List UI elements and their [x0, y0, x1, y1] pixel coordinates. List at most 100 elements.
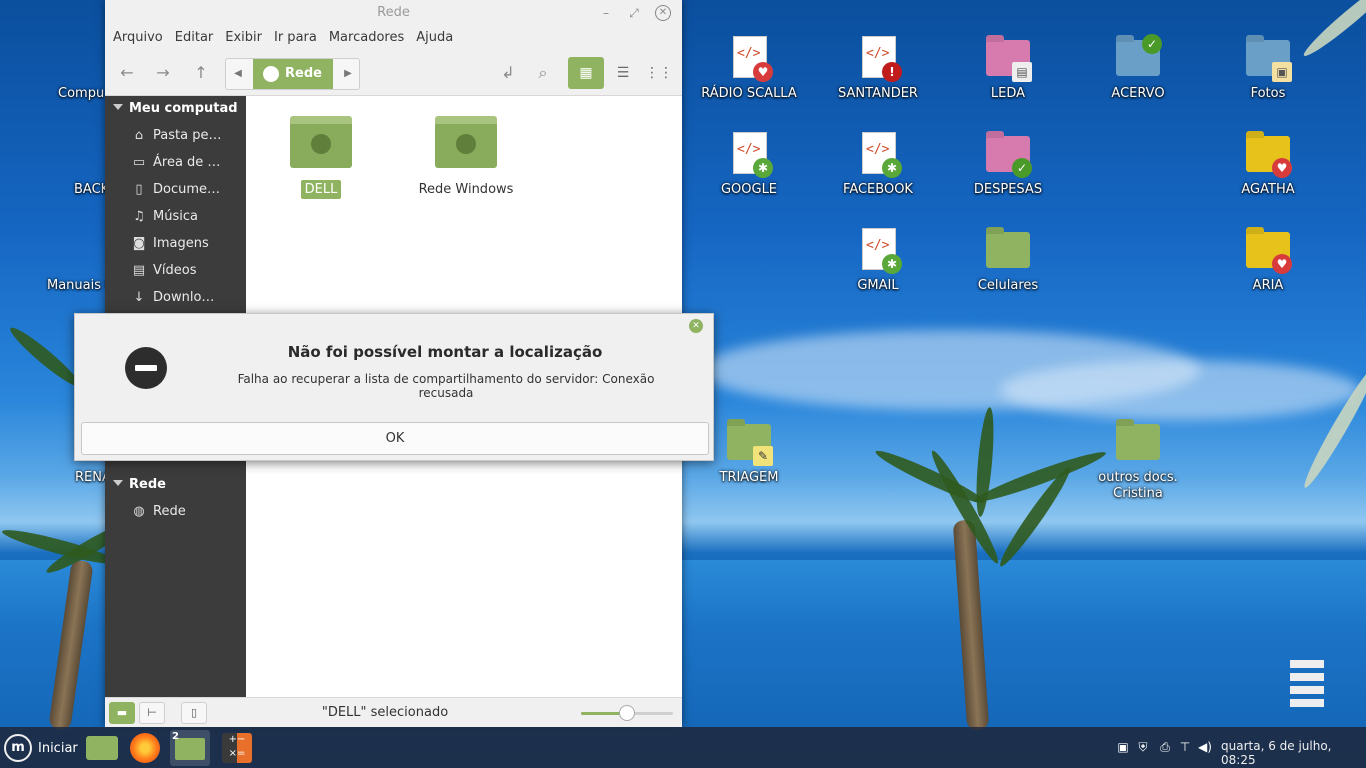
desktop-icon-label: GOOGLE — [720, 182, 778, 197]
firefox-icon[interactable] — [130, 733, 160, 763]
status-text: "DELL" selecionado — [321, 705, 449, 720]
toolbar: ← → ↑ ◀ Rede ▶ ↲ ⌕ ▦ ☰ ⋮⋮ — [105, 50, 682, 96]
desktop-icon-google[interactable]: </> ✱ GOOGLE — [684, 130, 814, 197]
active-window-button[interactable]: 2 — [170, 730, 210, 766]
desktop-icon-label: Celulares — [977, 278, 1039, 293]
palm-leaf-decoration — [872, 445, 988, 509]
toggle-location-icon[interactable]: ↲ — [492, 58, 524, 88]
sidebar-item-network[interactable]: ◍ Rede — [131, 504, 186, 519]
shield-icon[interactable]: ⛨ — [1135, 739, 1151, 755]
desktop-icon-celulares[interactable]: Celulares — [943, 226, 1073, 293]
sidebar-item-label: Imagens — [153, 236, 209, 251]
hide-sidebar-button[interactable]: ▯ — [181, 702, 207, 724]
menu-arquivo[interactable]: Arquivo — [107, 26, 169, 50]
volume-icon[interactable]: ◀) — [1197, 739, 1213, 755]
desktop-icon-gmail[interactable]: </> ✱ GMAIL — [813, 226, 943, 293]
menu-ir-para[interactable]: Ir para — [268, 26, 323, 50]
search-icon[interactable]: ⌕ — [527, 58, 559, 88]
desktop-icon-acervo[interactable]: ✓ ACERVO — [1073, 34, 1203, 101]
back-arrow-icon[interactable]: ← — [111, 58, 143, 88]
files-launcher-icon[interactable] — [86, 736, 118, 760]
compact-view-button[interactable]: ⋮⋮ — [641, 57, 677, 89]
printer-icon[interactable]: ⎙ — [1157, 739, 1173, 755]
drive-icon — [61, 130, 147, 178]
path-right-arrow-icon[interactable]: ▶ — [338, 59, 358, 89]
menu-ajuda[interactable]: Ajuda — [410, 26, 459, 50]
folder-icon: ▣ — [1244, 34, 1292, 82]
statusbar: ▬ ⊢ ▯ "DELL" selecionado — [105, 697, 682, 727]
sidebar-item-label: Vídeos — [153, 263, 197, 278]
desktop-icon-aria[interactable]: ♥ ARIA — [1203, 226, 1333, 293]
desktop-icon-outros-docs[interactable]: outros docs. Cristina — [1073, 418, 1203, 502]
desktop-icon-label: DESPESAS — [973, 182, 1043, 197]
error-dialog: ✕ Não foi possível montar a localização … — [74, 313, 714, 461]
palm-leaf-decoration — [6, 322, 84, 392]
sidebar-item-downloads[interactable]: ↓ Downlo… — [131, 290, 215, 305]
icon-view-button[interactable]: ▦ — [568, 57, 604, 89]
clouds-decoration — [1000, 360, 1360, 420]
folder-icon: ♥ — [1244, 226, 1292, 274]
ok-button[interactable]: OK — [81, 422, 709, 455]
desktop-icon-facebook[interactable]: </> ✱ FACEBOOK — [813, 130, 943, 197]
file-item-rede-windows[interactable]: Rede Windows — [411, 116, 521, 199]
desktop-icon-label: BACK — [74, 182, 110, 197]
minimize-icon[interactable]: – — [597, 4, 615, 22]
desktop-icon-agatha[interactable]: ♥ AGATHA — [1203, 130, 1333, 197]
start-menu-button[interactable]: m Iniciar — [4, 733, 78, 763]
show-treeview-button[interactable]: ⊢ — [139, 702, 165, 724]
close-icon[interactable]: ✕ — [655, 5, 671, 21]
clipboard-tray-icon[interactable]: ▣ — [1115, 739, 1131, 755]
monitor-icon — [61, 36, 149, 84]
file-item-dell[interactable]: DELL — [266, 116, 376, 199]
sidebar-section-computer[interactable]: Meu computad — [113, 101, 238, 116]
close-icon[interactable]: ✕ — [689, 319, 703, 333]
up-arrow-icon[interactable]: ↑ — [185, 58, 217, 88]
window-titlebar[interactable]: Rede – ⤢ ✕ — [105, 0, 682, 26]
folder-icon — [984, 226, 1032, 274]
desktop-icon-label: Manuais t — [47, 278, 111, 293]
maximize-icon[interactable]: ⤢ — [625, 4, 643, 22]
forward-arrow-icon[interactable]: → — [147, 58, 179, 88]
sidebar-item-videos[interactable]: ▤ Vídeos — [131, 263, 197, 278]
desktop-icon-radio-scalla[interactable]: </> ♥ RÁDIO SCALLA — [684, 34, 814, 101]
palm-leaf-decoration — [973, 406, 997, 518]
list-view-button[interactable]: ☰ — [605, 57, 641, 89]
desktop-icon-label: ARIA — [1252, 278, 1284, 293]
menu-editar[interactable]: Editar — [169, 26, 220, 50]
network-folder-icon — [290, 116, 352, 168]
sidebar-item-documents[interactable]: ▯ Docume… — [131, 182, 220, 197]
path-left-arrow-icon[interactable]: ◀ — [228, 59, 248, 89]
folder-icon: ▤ — [984, 34, 1032, 82]
clock[interactable]: quarta, 6 de julho, 08:25 — [1221, 739, 1366, 767]
desktop-icon-label: outros docs. Cristina — [1098, 470, 1178, 501]
sidebar-item-home[interactable]: ⌂ Pasta pe… — [131, 128, 222, 143]
path-bar: ◀ Rede ▶ — [225, 58, 360, 90]
sidebar-section-network[interactable]: Rede — [113, 477, 166, 492]
zoom-slider-handle[interactable] — [619, 705, 635, 721]
desktop-icon-despesas[interactable]: ✓ DESPESAS — [943, 130, 1073, 197]
menubar: Arquivo Editar Exibir Ir para Marcadores… — [105, 26, 682, 50]
desktop-icon-leda[interactable]: ▤ LEDA — [943, 34, 1073, 101]
desktop-icon-label: Fotos — [1250, 86, 1286, 101]
calculator-icon[interactable]: +− ×= — [222, 733, 252, 763]
menu-marcadores[interactable]: Marcadores — [323, 26, 410, 50]
desktop-icon-label: Compu — [58, 86, 105, 101]
folder-icon — [61, 228, 161, 276]
network-icon[interactable]: ⊤ — [1177, 739, 1193, 755]
menu-exibir[interactable]: Exibir — [219, 26, 268, 50]
sidebar-item-music[interactable]: ♫ Música — [131, 209, 198, 224]
html-file-icon: </>! — [854, 34, 902, 82]
desktop-icon-fotos[interactable]: ▣ Fotos — [1203, 34, 1333, 101]
zoom-slider[interactable] — [581, 705, 673, 721]
desktop-icon-label: LEDA — [990, 86, 1026, 101]
file-item-label: Rede Windows — [418, 182, 514, 197]
sidebar-item-pictures[interactable]: ◙ Imagens — [131, 236, 209, 251]
desktop-icon-label: ACERVO — [1111, 86, 1165, 101]
show-places-button[interactable]: ▬ — [109, 702, 135, 724]
desktop-icon-santander[interactable]: </>! SANTANDER — [813, 34, 943, 101]
path-crumb-rede[interactable]: Rede — [253, 59, 333, 89]
file-item-label: DELL — [300, 180, 342, 199]
sidebar-item-desktop[interactable]: ▭ Área de … — [131, 155, 221, 170]
folder-icon: ✓ — [984, 130, 1032, 178]
sidebar-item-label: Rede — [153, 504, 186, 519]
